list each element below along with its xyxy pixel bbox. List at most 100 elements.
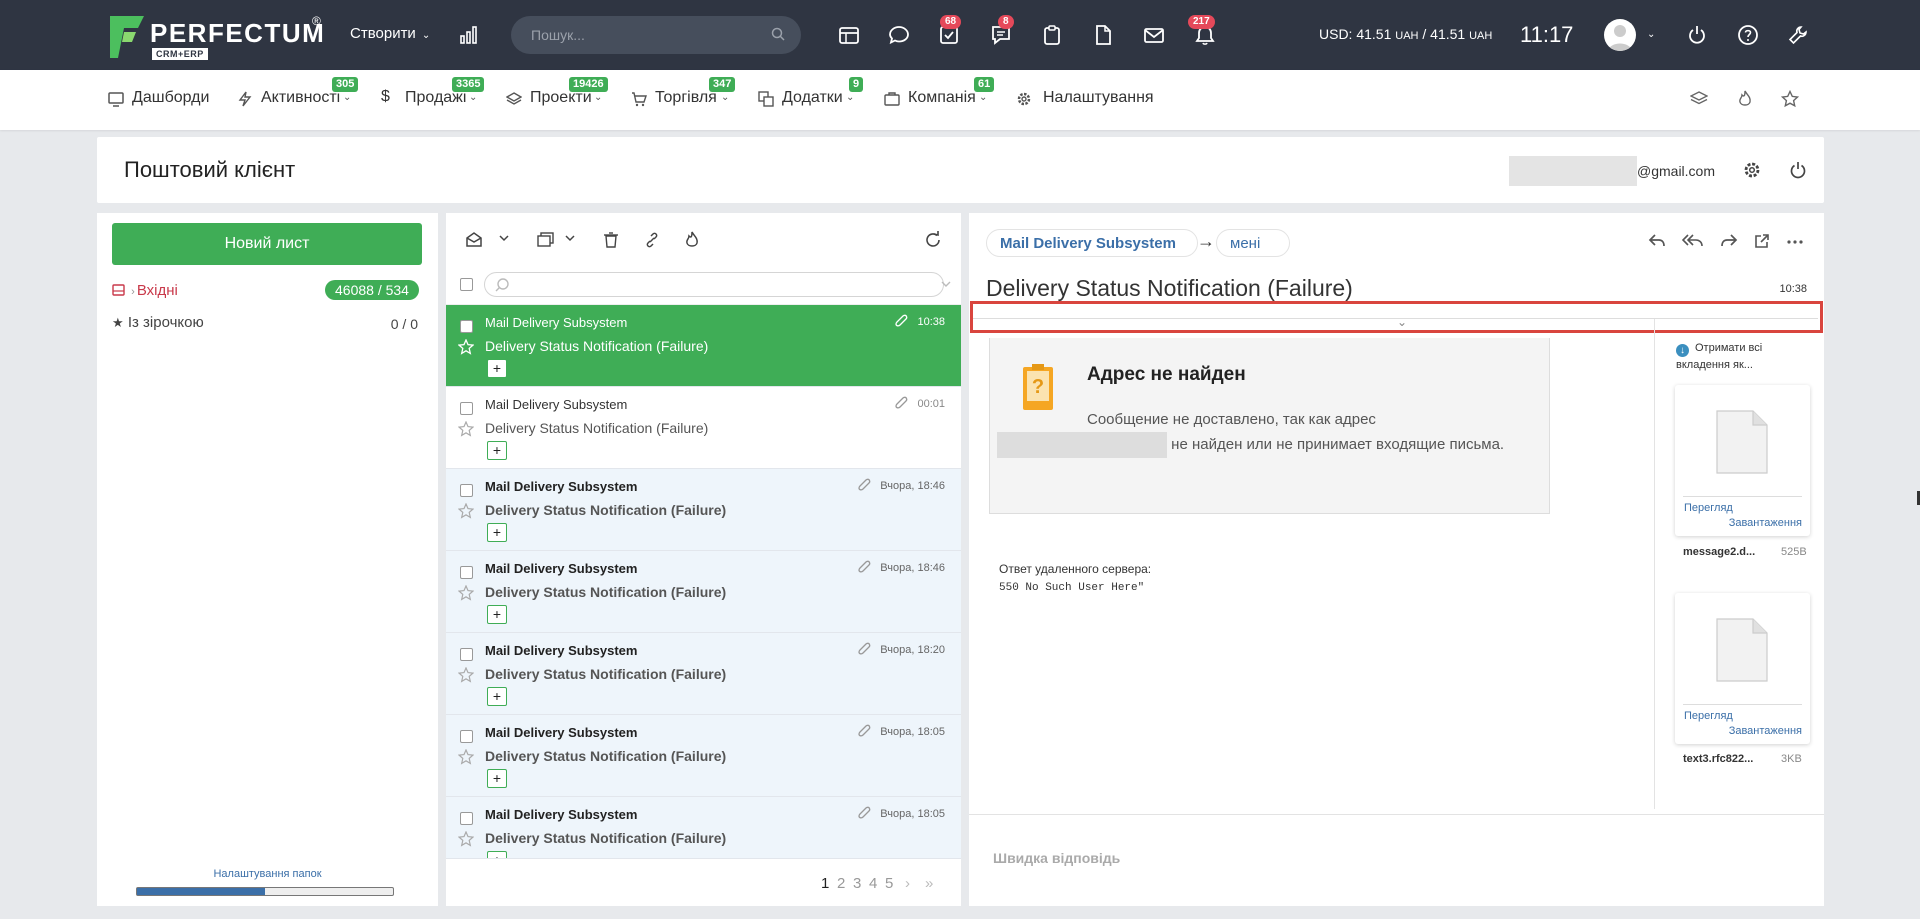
attachment-name: text3.rfc822... (1683, 753, 1754, 765)
fire-icon[interactable] (684, 231, 700, 249)
add-tag-button[interactable]: + (487, 523, 507, 542)
page-link[interactable]: 4 (869, 875, 877, 892)
chevron-down-icon: ⌄ (979, 92, 988, 103)
refresh-icon[interactable] (924, 231, 942, 249)
message-row-unread[interactable]: Mail Delivery Subsystem Вчора, 18:46 Del… (446, 469, 961, 551)
statistics-icon[interactable] (460, 26, 480, 44)
currency-unit-2: UAH (1469, 30, 1493, 42)
calendar-icon[interactable] (838, 24, 860, 46)
message-checkbox[interactable] (460, 402, 473, 415)
preview-link[interactable]: Перегляд (1684, 502, 1733, 514)
message-row-unread[interactable]: Mail Delivery Subsystem Вчора, 18:46 Del… (446, 551, 961, 633)
star-icon[interactable] (458, 667, 474, 683)
nav-label: Налаштування (1043, 89, 1154, 106)
page-link[interactable]: 2 (837, 875, 845, 892)
chevron-right-icon: › (131, 286, 135, 298)
quick-reply-input[interactable]: Швидка відповідь (993, 850, 1120, 866)
reply-icon[interactable] (1648, 233, 1666, 249)
chevron-down-icon[interactable] (565, 234, 575, 242)
bell-icon[interactable]: 217 (1188, 15, 1216, 46)
message-checkbox[interactable] (460, 730, 473, 743)
chevron-down-icon[interactable] (499, 234, 509, 242)
mail-icon[interactable] (1143, 24, 1165, 46)
download-all-attachments-link[interactable]: ↓ Отримати всі вкладення як... (1676, 340, 1796, 373)
trash-icon[interactable] (603, 231, 619, 249)
download-link[interactable]: Завантаження (1729, 725, 1802, 737)
attachment-card[interactable]: Перегляд Завантаження (1675, 385, 1810, 536)
add-tag-button[interactable]: + (487, 687, 507, 706)
more-icon[interactable] (1787, 240, 1803, 244)
page-last[interactable]: » (925, 875, 933, 892)
star-icon[interactable] (458, 831, 474, 847)
forward-icon[interactable] (1720, 233, 1738, 249)
message-row-selected[interactable]: Mail Delivery Subsystem 10:38 Delivery S… (446, 305, 961, 387)
page-next[interactable]: › (905, 875, 910, 892)
chat-bubble-icon[interactable] (888, 24, 910, 46)
chevron-down-icon[interactable]: ⌄ (1647, 29, 1655, 40)
preview-link[interactable]: Перегляд (1684, 710, 1733, 722)
folder-starred[interactable]: ★ Із зірочкою (112, 314, 204, 331)
add-tag-button[interactable]: + (487, 359, 507, 378)
logo[interactable]: PERFECTUM ® CRM+ERP (108, 14, 324, 60)
star-icon[interactable] (458, 585, 474, 601)
tasks-icon[interactable]: 68 (938, 15, 962, 46)
add-tag-button[interactable]: + (487, 441, 507, 460)
layers-icon[interactable] (1690, 90, 1708, 108)
gear-icon[interactable] (1743, 161, 1761, 179)
help-icon[interactable] (1737, 24, 1759, 46)
add-tag-button[interactable]: + (487, 851, 507, 858)
message-row-unread[interactable]: Mail Delivery Subsystem Вчора, 18:20 Del… (446, 633, 961, 715)
avatar[interactable] (1604, 19, 1636, 51)
message-row-unread[interactable]: Mail Delivery Subsystem Вчора, 18:05 Del… (446, 797, 961, 859)
message-checkbox[interactable] (460, 320, 473, 333)
clipboard-icon[interactable] (1041, 24, 1063, 46)
chevron-down-icon[interactable] (941, 280, 951, 288)
messages-icon[interactable]: 8 (990, 15, 1014, 46)
warning-file-icon: ? (1021, 362, 1055, 412)
message-row-unread[interactable]: Mail Delivery Subsystem Вчора, 18:05 Del… (446, 715, 961, 797)
create-menu[interactable]: Створити ⌄ (350, 25, 430, 42)
svg-text:?: ? (1032, 376, 1044, 398)
sender-chip[interactable]: Mail Delivery Subsystem (986, 229, 1198, 257)
power-icon[interactable] (1789, 161, 1807, 179)
wrench-icon[interactable] (1787, 24, 1809, 46)
global-search[interactable]: Пошук... (511, 16, 801, 54)
recipient-chip[interactable]: мені (1216, 229, 1290, 257)
account-email-domain[interactable]: @gmail.com (1637, 163, 1715, 179)
message-subject: Delivery Status Notification (Failure) (485, 666, 727, 682)
logo-mark-icon (110, 16, 144, 58)
message-checkbox[interactable] (460, 566, 473, 579)
star-icon[interactable] (458, 749, 474, 765)
open-external-icon[interactable] (1754, 233, 1770, 249)
document-icon[interactable] (1092, 24, 1114, 46)
add-tag-button[interactable]: + (487, 605, 507, 624)
move-folder-icon[interactable] (537, 231, 555, 249)
attachment-card[interactable]: Перегляд Завантаження (1675, 593, 1810, 744)
message-checkbox[interactable] (460, 812, 473, 825)
top-bar: PERFECTUM ® CRM+ERP Створити ⌄ Пошук... 6… (0, 0, 1920, 70)
search-icon[interactable] (771, 27, 785, 41)
star-icon[interactable] (458, 503, 474, 519)
message-row[interactable]: Mail Delivery Subsystem 00:01 Delivery S… (446, 387, 961, 469)
star-icon[interactable] (1781, 90, 1799, 108)
select-all-checkbox[interactable] (460, 278, 473, 291)
message-search-input[interactable] (484, 272, 944, 297)
folder-settings-link[interactable]: Налаштування папок (97, 868, 438, 880)
power-icon[interactable] (1686, 24, 1708, 46)
link-icon[interactable] (643, 231, 661, 249)
fire-icon[interactable] (1736, 90, 1754, 108)
add-tag-button[interactable]: + (487, 769, 507, 788)
reply-all-icon[interactable] (1682, 233, 1704, 249)
folder-inbox[interactable]: › Вхідні (112, 282, 178, 299)
download-link[interactable]: Завантаження (1729, 517, 1802, 529)
logo-subtitle: CRM+ERP (152, 48, 208, 60)
new-mail-button[interactable]: Новий лист (112, 223, 422, 265)
message-checkbox[interactable] (460, 648, 473, 661)
page-link[interactable]: 5 (885, 875, 893, 892)
mark-read-icon[interactable] (465, 231, 483, 249)
star-icon[interactable] (458, 339, 474, 355)
page-current[interactable]: 1 (821, 875, 829, 892)
star-icon[interactable] (458, 421, 474, 437)
page-link[interactable]: 3 (853, 875, 861, 892)
message-checkbox[interactable] (460, 484, 473, 497)
